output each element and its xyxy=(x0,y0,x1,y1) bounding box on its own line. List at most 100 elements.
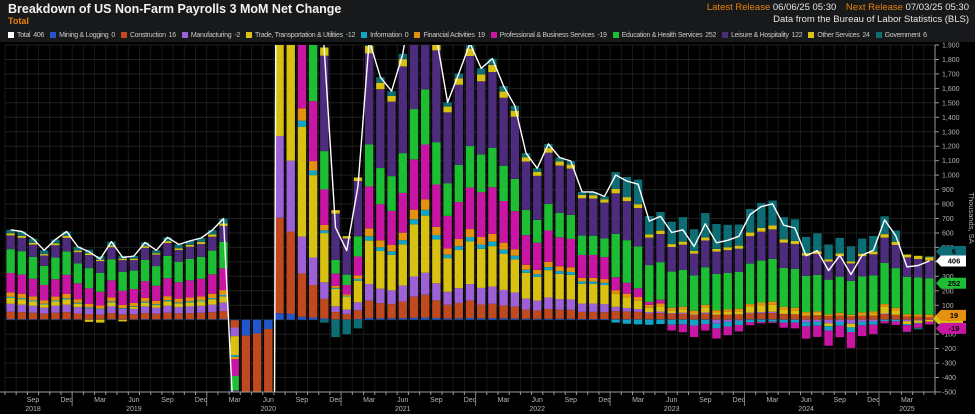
axis-badge-252: 252 xyxy=(936,278,966,289)
svg-text:Mar: Mar xyxy=(901,397,914,404)
payrolls-stacked-bar-chart[interactable]: -500-400-300-200-10001002003004005006007… xyxy=(0,0,975,414)
svg-text:600: 600 xyxy=(942,231,954,238)
svg-text:1,200: 1,200 xyxy=(942,144,960,151)
legend-item-other-services[interactable]: Other Services24 xyxy=(808,32,869,39)
svg-text:Sep: Sep xyxy=(699,397,712,404)
legend-swatch-icon xyxy=(491,32,497,38)
svg-text:Jun: Jun xyxy=(532,397,543,404)
svg-text:Jun: Jun xyxy=(263,397,274,404)
next-release-label: Next Release xyxy=(846,2,903,13)
svg-text:-500: -500 xyxy=(942,390,956,397)
svg-text:1,400: 1,400 xyxy=(942,115,960,122)
data-source: Data from the Bureau of Labor Statistics… xyxy=(707,14,969,26)
svg-text:2022: 2022 xyxy=(529,406,545,413)
bloomberg-payrolls-screen: -500-400-300-200-10001002003004005006007… xyxy=(0,0,975,414)
svg-text:Jun: Jun xyxy=(397,397,408,404)
svg-text:Sep: Sep xyxy=(565,397,578,404)
legend-label: Leisure & Hospitality xyxy=(731,32,789,39)
legend-label: Construction xyxy=(130,32,166,39)
legend-swatch-icon xyxy=(8,32,14,38)
legend: Total406Mining & Logging0Construction16M… xyxy=(8,29,968,41)
svg-text:19: 19 xyxy=(950,311,958,320)
svg-text:1,600: 1,600 xyxy=(942,86,960,93)
release-line: Latest Release 06/06/25 05:30 Next Relea… xyxy=(707,2,969,14)
svg-text:Mar: Mar xyxy=(498,397,511,404)
legend-item-education-health-services[interactable]: Education & Health Services252 xyxy=(613,32,716,39)
svg-text:1,800: 1,800 xyxy=(942,57,960,64)
legend-swatch-icon xyxy=(121,32,127,38)
legend-swatch-icon xyxy=(808,32,814,38)
legend-value: 0 xyxy=(405,32,409,39)
legend-value: 252 xyxy=(705,32,716,39)
legend-label: Financial Activities xyxy=(423,32,474,39)
svg-text:2024: 2024 xyxy=(798,406,814,413)
legend-value: 122 xyxy=(792,32,803,39)
chart-header: Breakdown of US Non-Farm Payrolls 3 MoM … xyxy=(0,0,975,42)
legend-value: -2 xyxy=(234,32,240,39)
legend-item-mining-logging[interactable]: Mining & Logging0 xyxy=(50,32,115,39)
svg-text:Dec: Dec xyxy=(195,397,208,404)
legend-value: 16 xyxy=(169,32,176,39)
legend-swatch-icon xyxy=(876,32,882,38)
legend-label: Mining & Logging xyxy=(59,32,108,39)
legend-item-trade-transportation-utilities[interactable]: Trade, Transportation & Utilities-12 xyxy=(246,32,355,39)
svg-text:1,900: 1,900 xyxy=(942,43,960,50)
legend-value: -19 xyxy=(597,32,606,39)
svg-text:Mar: Mar xyxy=(229,397,242,404)
svg-text:2018: 2018 xyxy=(25,406,41,413)
legend-swatch-icon xyxy=(414,32,420,38)
legend-value: -12 xyxy=(346,32,355,39)
legend-item-construction[interactable]: Construction16 xyxy=(121,32,176,39)
next-release-value: 07/03/25 05:30 xyxy=(906,2,969,13)
svg-text:1,700: 1,700 xyxy=(942,71,960,78)
svg-text:Mar: Mar xyxy=(94,397,107,404)
svg-text:Dec: Dec xyxy=(867,397,880,404)
svg-text:800: 800 xyxy=(942,202,954,209)
svg-text:Sep: Sep xyxy=(430,397,443,404)
legend-item-manufacturing[interactable]: Manufacturing-2 xyxy=(182,32,240,39)
legend-item-information[interactable]: Information0 xyxy=(361,32,408,39)
svg-text:Dec: Dec xyxy=(733,397,746,404)
legend-swatch-icon xyxy=(50,32,56,38)
svg-text:252: 252 xyxy=(948,279,961,288)
legend-item-professional-business-services[interactable]: Professional & Business Services-19 xyxy=(491,32,607,39)
svg-text:Dec: Dec xyxy=(329,397,342,404)
svg-text:Sep: Sep xyxy=(834,397,847,404)
legend-value: 24 xyxy=(862,32,869,39)
axis-badge-6: 6 xyxy=(936,246,966,257)
svg-text:Dec: Dec xyxy=(60,397,73,404)
svg-text:900: 900 xyxy=(942,187,954,194)
svg-text:Jun: Jun xyxy=(128,397,139,404)
svg-text:-300: -300 xyxy=(942,361,956,368)
axis-badge-406: 406 xyxy=(936,256,966,267)
svg-text:6: 6 xyxy=(952,247,956,256)
legend-value: 19 xyxy=(478,32,485,39)
svg-text:1,500: 1,500 xyxy=(942,100,960,107)
legend-swatch-icon xyxy=(613,32,619,38)
svg-text:Sep: Sep xyxy=(296,397,309,404)
axis-badge--19: -19 xyxy=(936,323,966,334)
legend-label: Trade, Transportation & Utilities xyxy=(255,32,343,39)
svg-text:Jun: Jun xyxy=(666,397,677,404)
svg-text:700: 700 xyxy=(942,216,954,223)
legend-swatch-icon xyxy=(361,32,367,38)
legend-value: 0 xyxy=(111,32,115,39)
legend-item-financial-activities[interactable]: Financial Activities 19 xyxy=(414,32,484,39)
legend-item-total[interactable]: Total406 xyxy=(8,32,44,39)
legend-label: Manufacturing xyxy=(191,32,231,39)
svg-text:2019: 2019 xyxy=(126,406,142,413)
x-axis: Sep2018DecMarJun2019SepDecMarJun2020SepD… xyxy=(0,392,941,413)
legend-label: Information xyxy=(370,32,402,39)
svg-text:200: 200 xyxy=(942,288,954,295)
chart-subtitle: Total xyxy=(8,16,29,26)
stacked-bars xyxy=(6,0,933,414)
svg-text:Jun: Jun xyxy=(800,397,811,404)
svg-text:1,100: 1,100 xyxy=(942,158,960,165)
svg-text:-200: -200 xyxy=(942,346,956,353)
svg-text:1,300: 1,300 xyxy=(942,129,960,136)
legend-label: Total xyxy=(17,32,30,39)
legend-swatch-icon xyxy=(722,32,728,38)
legend-item-leisure-hospitality[interactable]: Leisure & Hospitality122 xyxy=(722,32,802,39)
svg-text:Dec: Dec xyxy=(464,397,477,404)
legend-item-government[interactable]: Government6 xyxy=(876,32,927,39)
